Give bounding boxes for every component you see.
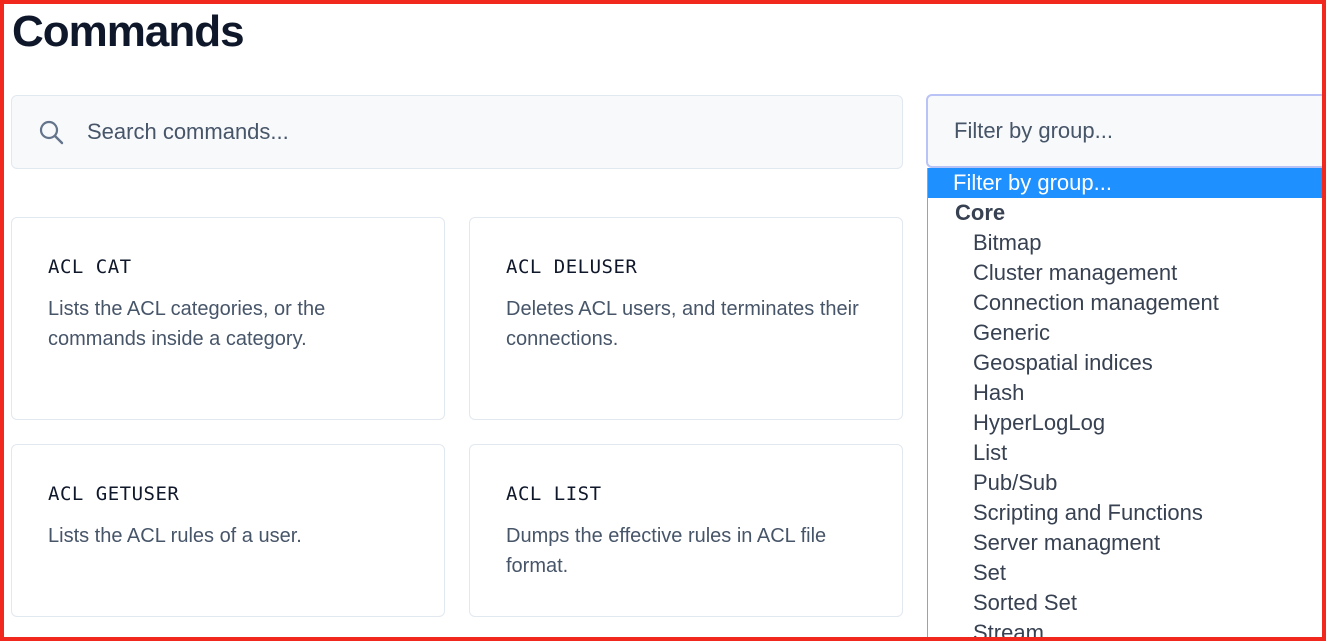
command-name: ACL CAT bbox=[48, 256, 132, 278]
dropdown-optgroup-core: Core bbox=[955, 200, 1006, 225]
dropdown-option-placeholder[interactable]: Filter by group... bbox=[928, 168, 1326, 198]
dropdown-option[interactable]: Sorted Set bbox=[928, 588, 1326, 618]
dropdown-option[interactable]: Connection management bbox=[928, 288, 1326, 318]
search-box[interactable] bbox=[11, 95, 903, 169]
search-icon bbox=[37, 118, 65, 146]
command-name: ACL DELUSER bbox=[506, 256, 638, 278]
command-name: ACL LIST bbox=[506, 483, 602, 505]
dropdown-option[interactable]: Cluster management bbox=[928, 258, 1326, 288]
dropdown-option[interactable]: Set bbox=[928, 558, 1326, 588]
search-input[interactable] bbox=[85, 118, 869, 146]
dropdown-option[interactable]: Pub/Sub bbox=[928, 468, 1326, 498]
command-description: Lists the ACL categories, or the command… bbox=[48, 298, 326, 350]
command-description: Dumps the effective rules in ACL file fo… bbox=[506, 525, 827, 577]
page-title: Commands bbox=[12, 7, 245, 56]
dropdown-option[interactable]: HyperLogLog bbox=[928, 408, 1326, 438]
filter-by-group-select[interactable]: Filter by group... bbox=[926, 94, 1326, 168]
command-card[interactable]: ACL LIST Dumps the effective rules in AC… bbox=[469, 444, 903, 617]
command-card[interactable]: ACL DELUSER Deletes ACL users, and termi… bbox=[469, 217, 903, 420]
commands-page: Commands Filter by group... Filter by gr… bbox=[0, 0, 1326, 641]
dropdown-option[interactable]: Stream bbox=[928, 618, 1326, 641]
dropdown-option[interactable]: Hash bbox=[928, 378, 1326, 408]
dropdown-option[interactable]: Generic bbox=[928, 318, 1326, 348]
command-description: Lists the ACL rules of a user. bbox=[48, 525, 302, 547]
filter-dropdown-list[interactable]: Filter by group... Core Bitmap Cluster m… bbox=[927, 168, 1326, 641]
dropdown-option[interactable]: Scripting and Functions bbox=[928, 498, 1326, 528]
command-card[interactable]: ACL GETUSER Lists the ACL rules of a use… bbox=[11, 444, 445, 617]
dropdown-option[interactable]: Bitmap bbox=[928, 228, 1326, 258]
filter-select-value: Filter by group... bbox=[954, 118, 1113, 143]
dropdown-option[interactable]: Server managment bbox=[928, 528, 1326, 558]
command-name: ACL GETUSER bbox=[48, 483, 180, 505]
command-card[interactable]: ACL CAT Lists the ACL categories, or the… bbox=[11, 217, 445, 420]
dropdown-option[interactable]: List bbox=[928, 438, 1326, 468]
command-description: Deletes ACL users, and terminates their … bbox=[506, 298, 859, 350]
dropdown-option[interactable]: Geospatial indices bbox=[928, 348, 1326, 378]
